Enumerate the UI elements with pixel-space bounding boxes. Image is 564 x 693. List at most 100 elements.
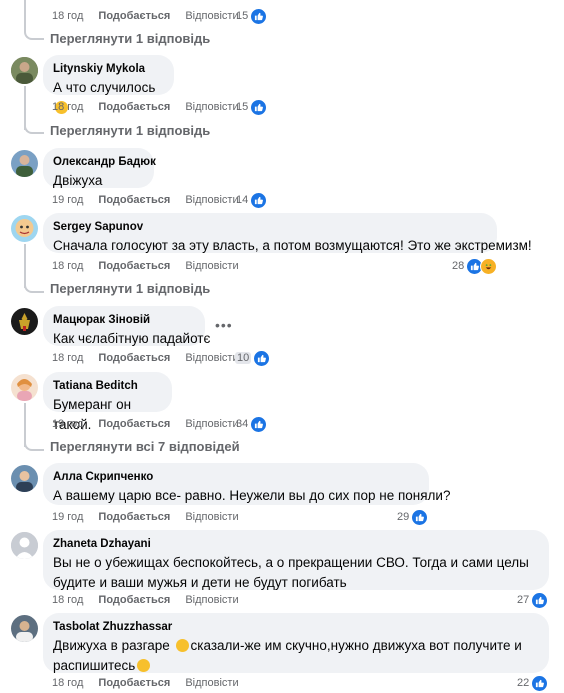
comment-time[interactable]: 19 год xyxy=(52,417,83,431)
like-reaction-icon xyxy=(250,415,268,433)
comment-author[interactable]: Litynskiy Mykola xyxy=(53,62,164,77)
like-reaction-icon xyxy=(411,508,429,526)
reply-button[interactable]: Відповісти xyxy=(185,351,238,365)
comment-meta: 19 год Подобається Відповісти xyxy=(52,417,251,431)
reply-branch xyxy=(24,120,44,134)
comment-text: Как чєлабітную падайотє xyxy=(53,331,211,346)
comment-meta: 19 год Подобається Відповісти xyxy=(52,193,251,207)
like-button[interactable]: Подобається xyxy=(98,100,170,114)
comment-time[interactable]: 18 год xyxy=(52,9,83,23)
like-button[interactable]: Подобається xyxy=(98,9,170,23)
reaction-count: 22 xyxy=(517,677,530,689)
reply-button[interactable]: Відповісти xyxy=(185,259,238,273)
like-button[interactable]: Подобається xyxy=(98,417,170,431)
reaction-summary[interactable]: 34 xyxy=(236,415,268,433)
reply-button[interactable]: Відповісти xyxy=(185,417,238,431)
comment-text: Двіжуха xyxy=(53,173,103,188)
avatar[interactable] xyxy=(11,150,38,177)
comment-meta: 18 год Подобається Відповісти xyxy=(52,9,251,23)
comment-bubble: Алла Скрипченко А вашему царю все- равно… xyxy=(43,463,451,505)
comment-bubble: Мацюрак Зіновій Как чєлабітную падайотє xyxy=(43,306,211,346)
comment-time[interactable]: 19 год xyxy=(52,193,83,207)
reaction-summary[interactable]: 10 xyxy=(235,349,271,367)
like-button[interactable]: Подобається xyxy=(98,259,170,273)
avatar[interactable] xyxy=(11,215,38,242)
reaction-summary[interactable]: 15 xyxy=(236,7,268,25)
comment-time[interactable]: 18 год xyxy=(52,593,83,607)
more-options-icon[interactable]: ••• xyxy=(215,317,233,333)
like-reaction-icon xyxy=(250,7,268,25)
reaction-count: 28 xyxy=(452,260,465,272)
comment-text: Движуха в разгаре сказали-же им скучно,н… xyxy=(53,638,522,673)
reply-branch xyxy=(24,26,44,40)
comment-time[interactable]: 18 год xyxy=(52,676,83,690)
like-button[interactable]: Подобається xyxy=(98,193,170,207)
comment-bubble: Tasbolat Zhuzzhassar Движуха в разгаре с… xyxy=(43,613,549,673)
comment-bubble: Tatiana Beditch Бумеранг он такой. xyxy=(43,372,172,432)
comment-author[interactable]: Zhaneta Dzhayani xyxy=(53,537,539,552)
reaction-count: 14 xyxy=(236,194,249,206)
comment-bubble: Litynskiy Mykola А что случилось xyxy=(43,55,174,114)
reply-button[interactable]: Відповісти xyxy=(185,193,238,207)
comment-bubble: Sergey Sapunov Сначала голосуют за эту в… xyxy=(43,213,532,253)
reaction-summary[interactable]: 27 xyxy=(517,591,549,609)
avatar[interactable] xyxy=(11,465,38,492)
comment-text: Сначала голосуют за эту власть, а потом … xyxy=(53,238,532,253)
emoji-icon xyxy=(175,639,189,652)
reply-branch xyxy=(24,437,44,451)
like-reaction-icon xyxy=(250,191,268,209)
reply-button[interactable]: Відповісти xyxy=(185,9,238,23)
like-reaction-icon xyxy=(531,591,549,609)
reply-button[interactable]: Відповісти xyxy=(185,593,238,607)
avatar[interactable] xyxy=(11,57,38,84)
comment-author[interactable]: Sergey Sapunov xyxy=(53,220,487,235)
like-button[interactable]: Подобається xyxy=(98,351,170,365)
comment-meta: 18 год Подобається Відповісти xyxy=(52,676,251,690)
reaction-summary[interactable]: 22 xyxy=(517,674,549,692)
reaction-summary[interactable]: 29 xyxy=(397,508,429,526)
avatar[interactable] xyxy=(11,374,38,401)
like-button[interactable]: Подобається xyxy=(98,676,170,690)
reaction-count: 34 xyxy=(236,418,249,430)
view-replies-link[interactable]: Переглянути всі 7 відповідей xyxy=(50,439,240,454)
reaction-summary[interactable]: 14 xyxy=(236,191,268,209)
comment-author[interactable]: Алла Скрипченко xyxy=(53,470,419,485)
comment-text: А вашему царю все- равно. Неужели вы до … xyxy=(53,488,451,503)
like-button[interactable]: Подобається xyxy=(98,510,170,524)
reaction-count: 10 xyxy=(235,352,252,364)
reaction-summary[interactable]: 28 xyxy=(452,257,498,275)
like-reaction-icon xyxy=(250,98,268,116)
comment-text: Вы не о убежищах беспокойтесь, а о прекр… xyxy=(53,555,529,590)
reply-button[interactable]: Відповісти xyxy=(185,676,238,690)
reaction-count: 15 xyxy=(236,10,249,22)
comment-meta: 19 год Подобається Відповісти xyxy=(52,510,251,524)
comment-author[interactable]: Tatiana Beditch xyxy=(53,379,162,394)
comment-author[interactable]: Олександр Бадюк xyxy=(53,155,156,170)
comment-author[interactable]: Мацюрак Зіновій xyxy=(53,313,195,328)
comment-meta: 18 год Подобається Відповісти xyxy=(52,351,251,365)
reply-button[interactable]: Відповісти xyxy=(185,100,238,114)
comment-meta: 18 год Подобається Відповісти xyxy=(52,259,251,273)
reaction-count: 29 xyxy=(397,511,410,523)
reply-button[interactable]: Відповісти xyxy=(185,510,238,524)
avatar[interactable] xyxy=(11,615,38,642)
reaction-summary[interactable]: 15 xyxy=(236,98,268,116)
haha-reaction-icon xyxy=(480,257,498,275)
reaction-count: 15 xyxy=(236,101,249,113)
comment-time[interactable]: 18 год xyxy=(52,259,83,273)
avatar[interactable] xyxy=(11,308,38,335)
like-reaction-icon xyxy=(531,674,549,692)
view-replies-link[interactable]: Переглянути 1 відповідь xyxy=(50,281,210,296)
comment-time[interactable]: 18 год xyxy=(52,100,83,114)
comment-author[interactable]: Tasbolat Zhuzzhassar xyxy=(53,620,539,635)
comment-meta: 18 год Подобається Відповісти xyxy=(52,593,251,607)
comment-time[interactable]: 18 год xyxy=(52,351,83,365)
avatar[interactable] xyxy=(11,532,38,559)
view-replies-link[interactable]: Переглянути 1 відповідь xyxy=(50,31,210,46)
comment-bubble: Zhaneta Dzhayani Вы не о убежищах беспок… xyxy=(43,530,549,590)
reply-branch xyxy=(24,279,44,293)
like-button[interactable]: Подобається xyxy=(98,593,170,607)
view-replies-link[interactable]: Переглянути 1 відповідь xyxy=(50,123,210,138)
comment-bubble: Олександр Бадюк Двіжуха xyxy=(43,148,156,188)
comment-time[interactable]: 19 год xyxy=(52,510,83,524)
